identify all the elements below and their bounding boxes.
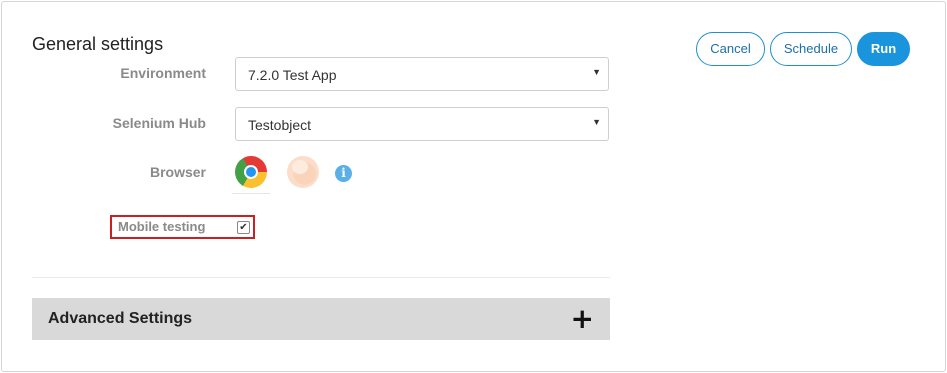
environment-label: Environment	[120, 65, 206, 81]
chevron-down-icon: ▼	[592, 117, 601, 127]
chrome-icon[interactable]	[235, 156, 267, 188]
browser-label: Browser	[149, 164, 206, 180]
selected-browser-indicator	[232, 193, 270, 194]
advanced-settings-title: Advanced Settings	[48, 310, 193, 327]
run-button[interactable]: Run	[857, 32, 910, 66]
chevron-down-icon: ▼	[592, 67, 601, 77]
mobile-testing-label: Mobile testing	[118, 219, 206, 234]
section-divider	[32, 277, 610, 278]
advanced-settings-toggle[interactable]: Advanced Settings +	[32, 298, 610, 340]
page-title: General settings	[32, 34, 164, 54]
plus-icon: +	[570, 302, 594, 335]
schedule-button[interactable]: Schedule	[770, 32, 852, 66]
selenium-hub-select[interactable]: Testobject ▼	[235, 107, 609, 141]
cancel-button[interactable]: Cancel	[696, 32, 765, 66]
firefox-icon[interactable]	[287, 156, 319, 188]
mobile-testing-checkbox[interactable]: ✔	[237, 221, 250, 234]
selenium-hub-value: Testobject	[248, 117, 312, 133]
environment-value: 7.2.0 Test App	[248, 67, 337, 83]
environment-select[interactable]: 7.2.0 Test App ▼	[235, 57, 609, 91]
mobile-testing-highlight: Mobile testing ✔	[110, 215, 255, 239]
selenium-hub-label: Selenium Hub	[112, 115, 206, 131]
info-icon[interactable]: i	[335, 165, 352, 182]
